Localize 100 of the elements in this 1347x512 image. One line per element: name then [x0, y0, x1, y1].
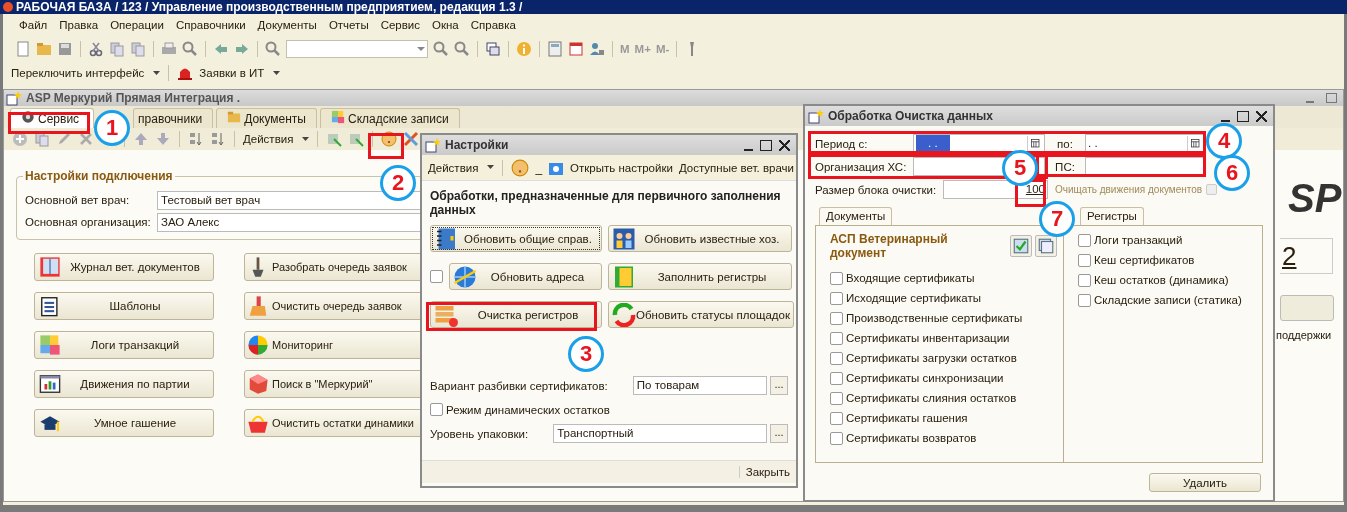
- action-button[interactable]: Шаблоны: [34, 292, 214, 320]
- save-icon[interactable]: [57, 41, 73, 57]
- windows-icon[interactable]: [485, 41, 501, 57]
- menu-item[interactable]: Сервис: [380, 19, 421, 37]
- date-field[interactable]: . .: [913, 134, 1045, 153]
- actions-menu-button[interactable]: Действия: [428, 161, 479, 174]
- action-button[interactable]: Обновить адреса: [449, 263, 602, 290]
- actions-menu-button[interactable]: Действия: [243, 133, 294, 145]
- menu-item[interactable]: Справка: [470, 19, 516, 37]
- menu-item[interactable]: Справочники: [175, 19, 246, 37]
- redo-icon[interactable]: [234, 41, 250, 57]
- toolbar-link[interactable]: Открыть настройки: [570, 161, 673, 174]
- checkbox[interactable]: [430, 270, 443, 283]
- sort-icon[interactable]: [210, 131, 226, 147]
- report-icon[interactable]: [326, 131, 343, 147]
- delete-icon[interactable]: [78, 131, 94, 147]
- toolbar-link[interactable]: Доступные вет. врачи: [678, 161, 794, 174]
- checkbox[interactable]: [830, 311, 843, 325]
- select-field[interactable]: Транспортный: [553, 424, 767, 443]
- checkbox[interactable]: [830, 431, 843, 445]
- tab[interactable]: Регистры: [1080, 207, 1144, 225]
- action-button[interactable]: Умное гашение: [34, 409, 214, 437]
- add-icon[interactable]: [12, 131, 28, 147]
- action-button[interactable]: Обновить общие справ.: [430, 225, 602, 252]
- menu-item[interactable]: Отчеты: [328, 19, 369, 37]
- action-button[interactable]: Обновить известные хоз.: [608, 225, 792, 252]
- checkbox[interactable]: [1078, 293, 1091, 307]
- up-arrow-icon[interactable]: [133, 131, 149, 147]
- caret-icon[interactable]: [153, 70, 161, 76]
- calculator-icon[interactable]: [547, 41, 563, 57]
- delete-button[interactable]: Удалить: [1149, 473, 1261, 492]
- restore-icon[interactable]: [1326, 93, 1337, 103]
- select-button[interactable]: ...: [770, 424, 788, 443]
- switch-interface-button[interactable]: Переключить интерфейс: [11, 67, 145, 79]
- calendar-icon[interactable]: [568, 41, 584, 57]
- sort-icon[interactable]: [188, 131, 204, 147]
- search-icon[interactable]: [433, 41, 449, 57]
- document-icon[interactable]: [15, 41, 31, 57]
- checkbox[interactable]: [830, 391, 843, 405]
- checkbox[interactable]: [1078, 233, 1091, 247]
- search-icon[interactable]: [182, 41, 198, 57]
- panel-button[interactable]: [1280, 295, 1334, 321]
- close-button[interactable]: Закрыть: [738, 466, 790, 478]
- tools-icon[interactable]: [403, 131, 420, 147]
- caret-icon[interactable]: [302, 136, 310, 142]
- checkbox[interactable]: [830, 411, 843, 425]
- checkbox[interactable]: [830, 351, 843, 365]
- copy-icon[interactable]: [109, 41, 125, 57]
- menu-item[interactable]: Правка: [59, 19, 99, 37]
- checkbox[interactable]: [830, 331, 843, 345]
- checkbox[interactable]: [1078, 253, 1091, 267]
- window-controls-icon[interactable]: [744, 139, 790, 151]
- tab[interactable]: Складские записи: [320, 108, 460, 128]
- menu-item[interactable]: Окна: [432, 19, 459, 37]
- action-button[interactable]: Движения по партии: [34, 370, 214, 398]
- calendar-icon[interactable]: [1190, 137, 1202, 150]
- search-icon[interactable]: [454, 41, 470, 57]
- undo-icon[interactable]: [213, 41, 229, 57]
- menu-item[interactable]: Операции: [110, 19, 164, 37]
- puzzle-icon: [331, 110, 345, 124]
- window-controls-icon[interactable]: [1221, 110, 1267, 122]
- down-arrow-icon[interactable]: [155, 131, 171, 147]
- checkbox[interactable]: [1078, 273, 1091, 287]
- uncheck-all-icon[interactable]: [1037, 237, 1055, 255]
- action-button[interactable]: Заполнить регистры: [608, 263, 792, 290]
- caret-icon[interactable]: [273, 70, 281, 76]
- caret-icon[interactable]: [487, 165, 495, 170]
- checkbox[interactable]: [430, 403, 443, 416]
- checkbox[interactable]: [830, 291, 843, 305]
- info-icon[interactable]: [516, 41, 532, 57]
- action-button[interactable]: Логи транзакций: [34, 331, 214, 359]
- menu-item[interactable]: Документы: [257, 19, 317, 37]
- broom-icon: [247, 295, 269, 317]
- select-button[interactable]: ...: [770, 376, 788, 395]
- action-button[interactable]: Обновить статусы площадок: [608, 301, 794, 328]
- checkbox[interactable]: [830, 271, 843, 285]
- tab[interactable]: правочники: [133, 108, 214, 128]
- scissors-icon[interactable]: [88, 41, 104, 57]
- it-requests-button[interactable]: Заявки в ИТ: [199, 67, 265, 79]
- report-icon[interactable]: [348, 131, 365, 147]
- search-icon[interactable]: [265, 41, 281, 57]
- checkbox[interactable]: [830, 371, 843, 385]
- check-all-icon[interactable]: [1012, 237, 1030, 255]
- printer-icon[interactable]: [161, 41, 177, 57]
- copy-icon[interactable]: [130, 41, 146, 57]
- calendar-icon[interactable]: [1030, 137, 1042, 150]
- action-button[interactable]: Журнал вет. документов: [34, 253, 214, 281]
- select-field[interactable]: По товарам: [632, 376, 767, 395]
- copy-icon[interactable]: [34, 131, 50, 147]
- action-button[interactable]: Очистка регистров: [430, 301, 602, 328]
- search-field[interactable]: [286, 40, 428, 58]
- checkbox-label: Сертификаты синхронизации: [846, 372, 1004, 384]
- field-label: Организация ХС:: [815, 160, 908, 173]
- notebook-icon: [434, 226, 458, 251]
- tab[interactable]: Документы: [216, 108, 317, 128]
- pencil-icon[interactable]: [56, 131, 72, 147]
- tab[interactable]: Документы: [819, 207, 893, 225]
- folder-icon[interactable]: [36, 41, 52, 57]
- user-lock-icon[interactable]: [589, 41, 605, 57]
- menu-item[interactable]: Файл: [19, 19, 48, 37]
